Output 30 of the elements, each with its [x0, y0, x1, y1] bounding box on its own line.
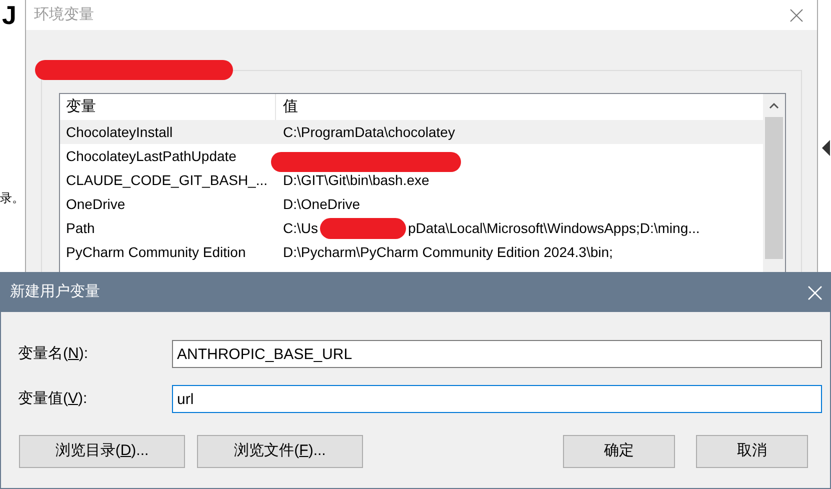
scroll-up-icon[interactable] [769, 103, 779, 109]
variable-name: PyCharm Community Edition [66, 244, 246, 260]
scrollbar-thumb[interactable] [765, 117, 783, 259]
column-header[interactable]: 值 [276, 94, 763, 120]
field-label: 变量值(V): [18, 388, 88, 409]
dialog-button[interactable]: 取消 [696, 435, 808, 468]
input-field[interactable]: ANTHROPIC_BASE_URL [172, 340, 822, 368]
heading-text: J [2, 2, 16, 28]
variable-name: ChocolateyLastPathUpdate [66, 148, 236, 164]
dialog-button[interactable]: 浏览目录(D)... [19, 435, 185, 468]
variable-name: CLAUDE_CODE_GIT_BASH_... [66, 172, 268, 188]
variable-value: C:\ProgramData\chocolatey [283, 122, 455, 142]
dialog-button[interactable]: 确定 [563, 435, 675, 468]
variable-name: OneDrive [66, 196, 126, 212]
arrow-icon [822, 140, 830, 156]
close-icon[interactable] [790, 8, 803, 22]
variable-value: D:\Pycharm\PyCharm Community Edition 2024.3\bin; [283, 242, 613, 262]
field-label: 变量名(N): [18, 344, 90, 364]
variable-value: pData\Local\Microsoft\WindowsApps;D:\ming... [408, 218, 700, 238]
window-title: 环境变量 [34, 4, 94, 25]
list-row[interactable]: ChocolateyInstall C:\ProgramData\chocolatey [60, 120, 763, 144]
dialog-button[interactable]: 浏览文件(F)... [197, 435, 363, 468]
variable-value: D:\GIT\Git\bin\bash.exe [283, 170, 430, 190]
dialog-title: 新建用户变量 [10, 282, 100, 302]
body-text: 录。 [0, 192, 24, 204]
variable-value: D:\OneDrive [283, 194, 360, 214]
input-field[interactable]: url [172, 385, 822, 413]
variable-name: ChocolateyInstall [66, 124, 173, 140]
variable-value: C:\Us [283, 218, 318, 238]
variable-name: Path [66, 220, 95, 236]
